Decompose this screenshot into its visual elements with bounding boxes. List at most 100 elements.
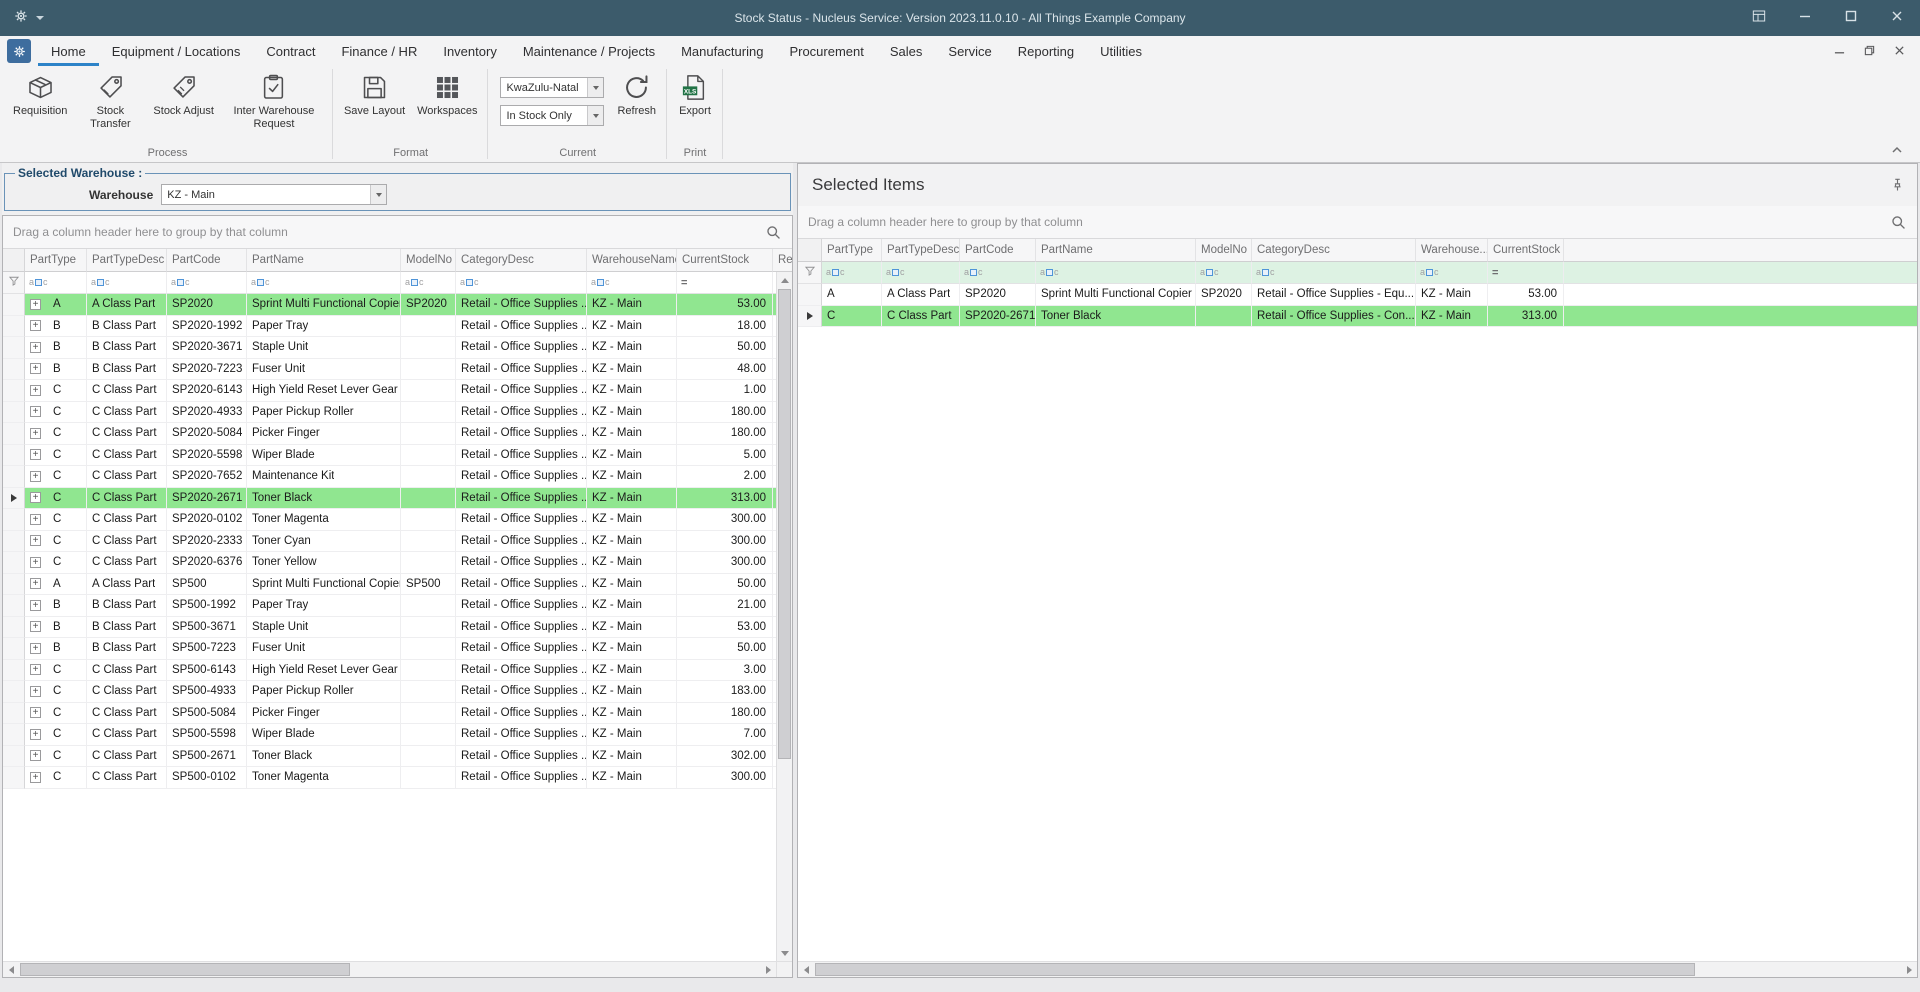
- cell-parttype[interactable]: + B: [25, 337, 87, 359]
- cell-modelno[interactable]: [401, 616, 456, 638]
- cell-warehousename[interactable]: KZ - Main: [587, 358, 677, 380]
- table-row[interactable]: + C C Class Part SP2020-5084 Picker Finger Re…: [3, 423, 792, 445]
- cell-partcode[interactable]: SP2020-6143: [167, 380, 247, 402]
- cell-categorydesc[interactable]: Retail - Office Supplies ...: [456, 681, 587, 703]
- cell-modelno[interactable]: [401, 530, 456, 552]
- cell-partname[interactable]: Toner Yellow: [247, 552, 401, 574]
- tab-contract[interactable]: Contract: [253, 36, 328, 66]
- cell-modelno[interactable]: [401, 358, 456, 380]
- cell-partname[interactable]: High Yield Reset Lever Gear: [247, 659, 401, 681]
- cell-currentstock[interactable]: 300.00: [677, 530, 773, 552]
- cell-currentstock[interactable]: 18.00: [677, 315, 773, 337]
- cell-categorydesc[interactable]: Retail - Office Supplies ...: [456, 552, 587, 574]
- cell-partcode[interactable]: SP500-2671: [167, 745, 247, 767]
- column-header-modelno[interactable]: ModelNo: [1196, 239, 1252, 262]
- table-row[interactable]: + C C Class Part SP2020-5598 Wiper Blade Reta…: [3, 444, 792, 466]
- cell-warehousename[interactable]: KZ - Main: [587, 638, 677, 660]
- table-row[interactable]: + C C Class Part SP500-5598 Wiper Blade Retai…: [3, 724, 792, 746]
- filter-cell-categorydesc[interactable]: ac: [1252, 262, 1416, 284]
- cell-modelno[interactable]: SP2020: [1196, 284, 1252, 306]
- cell-warehousename[interactable]: KZ - Main: [587, 724, 677, 746]
- table-row[interactable]: + C C Class Part SP500-0102 Toner Magenta Ret…: [3, 767, 792, 789]
- column-header-parttype[interactable]: PartType: [25, 249, 87, 272]
- dropdown-button[interactable]: [370, 185, 387, 204]
- tab-maintenance-projects[interactable]: Maintenance / Projects: [510, 36, 668, 66]
- column-header-modelno[interactable]: ModelNo: [401, 249, 456, 272]
- child-close-button[interactable]: [1884, 38, 1914, 62]
- cell-categorydesc[interactable]: Retail - Office Supplies ...: [456, 487, 587, 509]
- column-header-partname[interactable]: PartName: [247, 249, 401, 272]
- cell-currentstock[interactable]: 180.00: [677, 423, 773, 445]
- cell-categorydesc[interactable]: Retail - Office Supplies ...: [456, 315, 587, 337]
- cell-currentstock[interactable]: 3.00: [677, 659, 773, 681]
- expand-button[interactable]: +: [30, 427, 41, 439]
- export-button[interactable]: XLS Export: [672, 70, 718, 120]
- cell-partcode[interactable]: SP2020-4933: [167, 401, 247, 423]
- cell-partname[interactable]: Sprint Multi Functional Copier: [247, 294, 401, 316]
- cell-partname[interactable]: Picker Finger: [247, 423, 401, 445]
- cell-partname[interactable]: Toner Magenta: [247, 509, 401, 531]
- cell-modelno[interactable]: [401, 487, 456, 509]
- horizontal-scrollbar[interactable]: [798, 961, 1917, 977]
- inter-warehouse-request-button[interactable]: Inter Warehouse Request: [220, 70, 328, 133]
- column-header-categorydesc[interactable]: CategoryDesc: [456, 249, 587, 272]
- cell-warehousename[interactable]: KZ - Main: [587, 380, 677, 402]
- app-icon[interactable]: [7, 39, 31, 63]
- cell-currentstock[interactable]: 300.00: [677, 552, 773, 574]
- cell-parttypedesc[interactable]: B Class Part: [87, 315, 167, 337]
- cell-modelno[interactable]: [401, 595, 456, 617]
- cell-parttypedesc[interactable]: A Class Part: [87, 573, 167, 595]
- dropdown-button[interactable]: [587, 106, 604, 125]
- expand-button[interactable]: +: [30, 513, 41, 525]
- cell-parttypedesc[interactable]: B Class Part: [87, 595, 167, 617]
- cell-partcode[interactable]: SP2020-6376: [167, 552, 247, 574]
- cell-parttypedesc[interactable]: C Class Part: [87, 659, 167, 681]
- cell-categorydesc[interactable]: Retail - Office Supplies ...: [456, 745, 587, 767]
- cell-currentstock[interactable]: 183.00: [677, 681, 773, 703]
- table-row[interactable]: + B B Class Part SP2020-1992 Paper Tray Retai…: [3, 315, 792, 337]
- workspaces-button[interactable]: Workspaces: [411, 70, 483, 120]
- cell-currentstock[interactable]: 48.00: [677, 358, 773, 380]
- scroll-right-button[interactable]: [1901, 962, 1917, 977]
- cell-partcode[interactable]: SP2020: [167, 294, 247, 316]
- cell-partcode[interactable]: SP2020-5084: [167, 423, 247, 445]
- table-row[interactable]: + C C Class Part SP2020-6376 Toner Yellow Ret…: [3, 552, 792, 574]
- expand-button[interactable]: +: [30, 664, 41, 676]
- cell-currentstock[interactable]: 180.00: [677, 702, 773, 724]
- cell-currentstock[interactable]: 302.00: [677, 745, 773, 767]
- cell-warehousename[interactable]: KZ - Main: [587, 616, 677, 638]
- cell-partcode[interactable]: SP2020: [960, 284, 1036, 306]
- cell-currentstock[interactable]: 53.00: [677, 616, 773, 638]
- filter-cell-partcode[interactable]: ac: [167, 272, 247, 294]
- cell-warehousename[interactable]: KZ - Main: [587, 337, 677, 359]
- table-row[interactable]: + B B Class Part SP500-1992 Paper Tray Retail…: [3, 595, 792, 617]
- cell-parttype[interactable]: + A: [25, 573, 87, 595]
- cell-categorydesc[interactable]: Retail - Office Supplies ...: [456, 616, 587, 638]
- expand-button[interactable]: +: [30, 298, 41, 310]
- warehouse-dropdown[interactable]: KZ - Main: [161, 184, 388, 205]
- column-header-partcode[interactable]: PartCode: [960, 239, 1036, 262]
- cell-currentstock[interactable]: 53.00: [677, 294, 773, 316]
- refresh-button[interactable]: Refresh: [611, 70, 662, 120]
- tab-home[interactable]: Home: [38, 36, 99, 66]
- cell-parttype[interactable]: + B: [25, 595, 87, 617]
- expand-button[interactable]: +: [30, 750, 41, 762]
- cell-partname[interactable]: Toner Black: [1036, 305, 1196, 327]
- collapse-ribbon-button[interactable]: [1888, 143, 1906, 157]
- filter-cell-partname[interactable]: ac: [247, 272, 401, 294]
- cell-categorydesc[interactable]: Retail - Office Supplies ...: [456, 659, 587, 681]
- cell-modelno[interactable]: [401, 444, 456, 466]
- search-icon[interactable]: [765, 224, 782, 246]
- vertical-scrollbar[interactable]: [776, 272, 792, 961]
- cell-parttypedesc[interactable]: C Class Part: [87, 745, 167, 767]
- filter-cell-parttype[interactable]: ac: [822, 262, 882, 284]
- cell-partname[interactable]: Fuser Unit: [247, 358, 401, 380]
- expand-button[interactable]: +: [30, 320, 41, 332]
- cell-parttype[interactable]: + B: [25, 315, 87, 337]
- cell-currentstock[interactable]: 313.00: [1488, 305, 1564, 327]
- search-icon[interactable]: [1890, 214, 1907, 236]
- cell-partname[interactable]: Toner Black: [247, 745, 401, 767]
- minimize-button[interactable]: [1782, 0, 1828, 36]
- expand-button[interactable]: +: [30, 707, 41, 719]
- filter-cell-partname[interactable]: ac: [1036, 262, 1196, 284]
